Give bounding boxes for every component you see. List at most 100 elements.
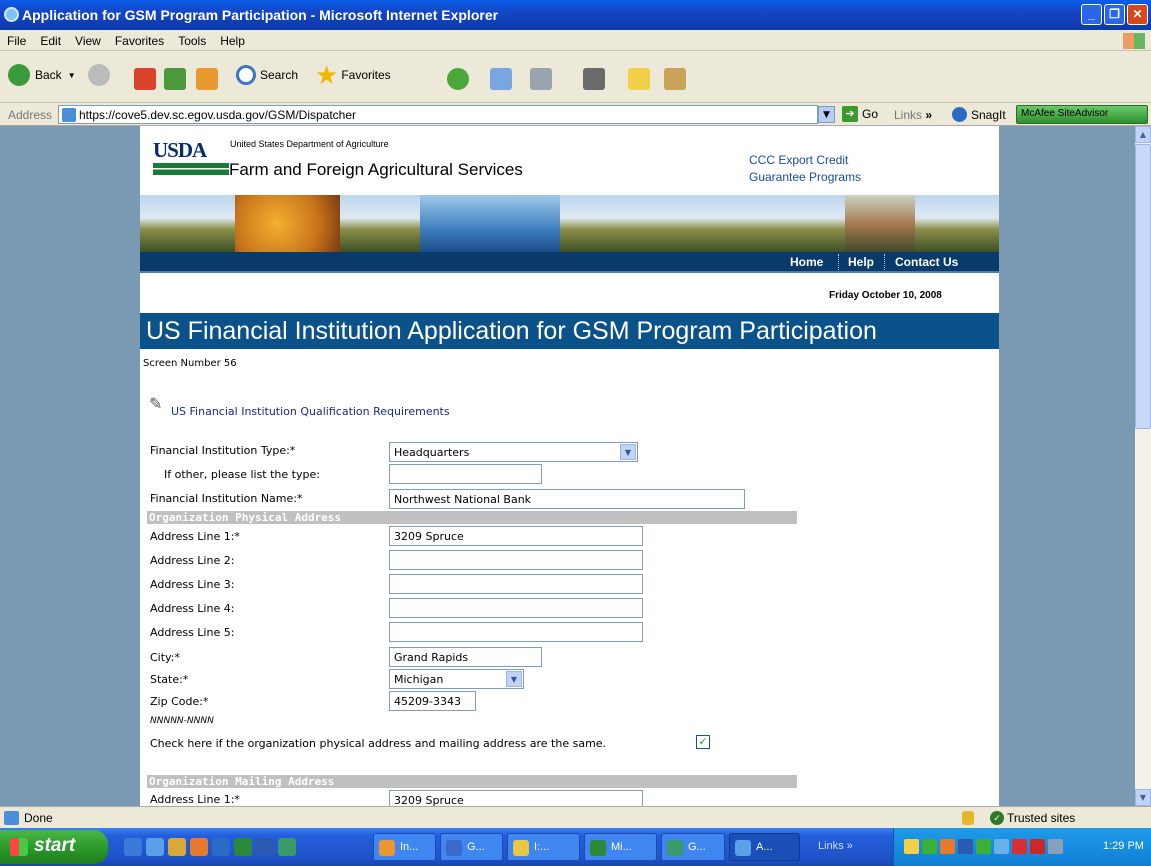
minimize-button[interactable]: _: [1081, 4, 1102, 25]
status-text: Done: [24, 811, 53, 825]
history-icon[interactable]: [447, 68, 469, 90]
go-button[interactable]: ➔ Go: [842, 106, 878, 122]
taskbar-item[interactable]: Mi...: [584, 833, 657, 861]
scroll-up-button[interactable]: ▲: [1135, 126, 1151, 143]
menu-file[interactable]: File: [0, 30, 33, 48]
agency-name: Farm and Foreign Agricultural Services: [229, 160, 523, 179]
page-status-icon: [4, 811, 19, 825]
quicklaunch-icon[interactable]: [124, 838, 142, 856]
taskbar-item-label: In...: [400, 841, 419, 853]
edit-icon[interactable]: [583, 68, 605, 90]
scrollbar-thumb[interactable]: [1135, 144, 1151, 429]
home-icon[interactable]: [196, 68, 218, 90]
menu-edit[interactable]: Edit: [33, 30, 68, 48]
back-button[interactable]: Back ▼: [8, 59, 76, 91]
stop-icon[interactable]: [134, 68, 156, 90]
quicklaunch-icon[interactable]: [212, 838, 230, 856]
favorites-button[interactable]: ★ Favorites: [315, 59, 391, 91]
start-button[interactable]: start: [0, 830, 108, 864]
taskbar-item-active[interactable]: A...: [729, 833, 800, 861]
taskbar-links-toolbar[interactable]: Links »: [818, 840, 853, 852]
search-icon: [236, 65, 256, 85]
mail-icon[interactable]: [490, 68, 512, 90]
tray-icon[interactable]: [976, 839, 991, 854]
forward-button[interactable]: [88, 59, 110, 91]
nav-contact-us[interactable]: Contact Us: [895, 255, 958, 269]
address-dropdown-button[interactable]: ▼: [818, 106, 835, 123]
same-address-label: Check here if the organization physical …: [150, 737, 607, 750]
mail-tray-icon[interactable]: [904, 839, 919, 854]
word-quicklaunch-icon[interactable]: [256, 838, 274, 856]
address-line5-input[interactable]: [389, 622, 643, 642]
chevron-down-icon[interactable]: ▼: [506, 671, 522, 687]
zip-input[interactable]: 45209-3343: [389, 691, 476, 711]
taskbar-item[interactable]: G...: [661, 833, 725, 861]
state-value: Michigan: [394, 673, 444, 686]
quicklaunch-icon[interactable]: [278, 838, 296, 856]
menu-tools[interactable]: Tools: [171, 30, 213, 48]
back-arrow-icon: [8, 64, 30, 86]
url-input[interactable]: https://cove5.dev.sc.egov.usda.gov/GSM/D…: [58, 105, 818, 124]
taskbar-links-label: Links: [818, 840, 844, 852]
menu-view[interactable]: View: [68, 30, 108, 48]
fi-type-select[interactable]: Headquarters ▼: [389, 442, 638, 462]
quicklaunch-icon[interactable]: [190, 838, 208, 856]
excel-quicklaunch-icon[interactable]: [234, 838, 252, 856]
tray-icon[interactable]: [940, 839, 955, 854]
security-zone: Trusted sites: [1007, 811, 1076, 825]
refresh-icon[interactable]: [164, 68, 186, 90]
tray-icon[interactable]: [994, 839, 1009, 854]
go-label: Go: [862, 107, 879, 121]
snagit-label: SnagIt: [971, 107, 1006, 122]
app-icon: [379, 840, 395, 856]
state-select[interactable]: Michigan ▼: [389, 669, 524, 689]
nav-separator: [884, 254, 885, 270]
nav-home[interactable]: Home: [790, 255, 823, 269]
tray-icon[interactable]: [1012, 839, 1027, 854]
mcafee-siteadvisor-button[interactable]: McAfee SiteAdvisor: [1016, 105, 1148, 124]
status-bar: Done ✓ Trusted sites: [0, 806, 1151, 828]
address-line2-input[interactable]: [389, 550, 643, 570]
menu-help[interactable]: Help: [213, 30, 252, 48]
close-button[interactable]: ✕: [1127, 4, 1148, 25]
address-line3-input[interactable]: [389, 574, 643, 594]
links-toolbar[interactable]: Links »: [894, 108, 932, 122]
quicklaunch-icon[interactable]: [168, 838, 186, 856]
taskbar-item[interactable]: In...: [373, 833, 436, 861]
snagit-button[interactable]: SnagIt: [952, 107, 1006, 122]
mailing-address-line1-input[interactable]: 3209 Spruce: [389, 790, 643, 806]
mcafee-tray-icon[interactable]: [1030, 839, 1045, 854]
qualification-requirements-link[interactable]: US Financial Institution Qualification R…: [171, 405, 450, 418]
taskbar-item[interactable]: I:...: [507, 833, 580, 861]
address-line1-input[interactable]: 3209 Spruce: [389, 526, 643, 546]
other-type-label: If other, please list the type:: [164, 468, 320, 481]
taskbar-item[interactable]: G...: [440, 833, 503, 861]
other-type-input[interactable]: [389, 464, 542, 484]
fi-name-input[interactable]: Northwest National Bank: [389, 489, 745, 509]
word-icon: [446, 840, 462, 856]
back-label: Back: [35, 68, 62, 82]
vertical-scrollbar[interactable]: ▲ ▼: [1135, 126, 1151, 806]
clock[interactable]: 1:29 PM: [1103, 840, 1144, 852]
city-input[interactable]: Grand Rapids: [389, 647, 542, 667]
ie-quicklaunch-icon[interactable]: [146, 838, 164, 856]
menu-favorites[interactable]: Favorites: [108, 30, 171, 48]
research-icon[interactable]: [664, 68, 686, 90]
usda-logo[interactable]: USDA: [153, 138, 207, 163]
tray-icon[interactable]: [922, 839, 937, 854]
tray-icon[interactable]: [958, 839, 973, 854]
chevron-down-icon[interactable]: ▼: [620, 444, 636, 460]
scroll-down-button[interactable]: ▼: [1135, 789, 1151, 806]
search-button[interactable]: Search: [236, 59, 298, 91]
folder-icon[interactable]: [628, 68, 650, 90]
department-name: United States Department of Agriculture: [230, 139, 389, 149]
url-text: https://cove5.dev.sc.egov.usda.gov/GSM/D…: [79, 108, 357, 122]
print-icon[interactable]: [530, 68, 552, 90]
maximize-button[interactable]: ❐: [1104, 4, 1125, 25]
same-address-checkbox[interactable]: ✓: [696, 735, 710, 749]
network-tray-icon[interactable]: [1048, 839, 1063, 854]
nav-help[interactable]: Help: [848, 255, 874, 269]
folder-icon: [513, 840, 529, 856]
zip-label: Zip Code:*: [150, 695, 209, 708]
address-line4-input[interactable]: [389, 598, 643, 618]
